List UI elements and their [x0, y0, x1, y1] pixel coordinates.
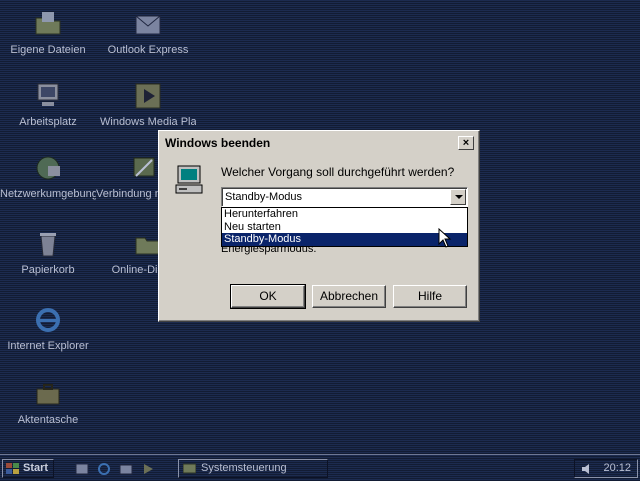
network-icon — [36, 156, 60, 180]
task-button-control-panel[interactable]: Systemsteuerung — [178, 459, 328, 478]
option-restart[interactable]: Neu starten — [222, 221, 467, 234]
outlook-icon — [135, 15, 161, 35]
desktop-icon-my-documents[interactable]: Eigene Dateien — [0, 8, 96, 56]
desktop-icon-briefcase[interactable]: Aktentasche — [0, 378, 96, 426]
ie-quicklaunch-icon[interactable] — [96, 461, 112, 477]
shutdown-dialog: Windows beenden × Welcher Vorgang soll d… — [158, 130, 480, 322]
ie-icon — [36, 308, 60, 332]
briefcase-icon — [36, 384, 60, 405]
ok-button[interactable]: OK — [230, 284, 306, 309]
desktop-icon-recycle-bin[interactable]: Papierkorb — [0, 228, 96, 276]
media-player-quicklaunch-icon[interactable] — [140, 461, 156, 477]
mouse-cursor-icon — [438, 228, 452, 248]
cancel-button[interactable]: Abbrechen — [312, 285, 386, 308]
media-player-icon — [135, 83, 161, 109]
action-select-value: Standby-Modus — [225, 191, 303, 203]
desktop-icon-my-computer[interactable]: Arbeitsplatz — [0, 80, 96, 128]
dialog-prompt: Welcher Vorgang soll durchgeführt werden… — [221, 165, 455, 179]
taskbar: Start Systemsteuerung 20:12 — [0, 454, 640, 481]
close-icon: × — [462, 137, 470, 149]
computer-icon — [175, 165, 203, 194]
recycle-bin-icon — [40, 233, 56, 257]
chevron-down-icon[interactable] — [450, 189, 466, 205]
option-shutdown[interactable]: Herunterfahren — [222, 208, 467, 221]
windows-logo-icon — [6, 463, 19, 474]
task-button-label: Systemsteuerung — [201, 462, 287, 474]
desktop-icon-internet-explorer[interactable]: Internet Explorer — [0, 304, 96, 352]
speaker-icon[interactable] — [581, 463, 591, 475]
connection-icon — [133, 157, 155, 177]
folder-icon — [35, 12, 61, 35]
action-dropdown-list: Herunterfahren Neu starten Standby-Modus — [221, 207, 468, 247]
desktop-icon-network[interactable]: Netzwerkumgebung — [0, 152, 96, 200]
control-panel-icon — [183, 463, 196, 474]
dialog-titlebar[interactable]: Windows beenden × — [162, 134, 476, 152]
show-desktop-icon[interactable] — [74, 461, 90, 477]
desktop-icon-media-player[interactable]: Windows Media Player — [100, 80, 196, 128]
system-tray: 20:12 — [574, 459, 638, 478]
close-button[interactable]: × — [458, 136, 474, 150]
clock[interactable]: 20:12 — [603, 460, 631, 477]
option-standby[interactable]: Standby-Modus — [222, 233, 467, 246]
dialog-title: Windows beenden — [165, 136, 271, 150]
outlook-quicklaunch-icon[interactable] — [118, 461, 134, 477]
computer-icon — [37, 83, 59, 106]
desktop-icon-outlook-express[interactable]: Outlook Express — [100, 8, 196, 56]
start-button[interactable]: Start — [2, 459, 54, 478]
action-select[interactable]: Standby-Modus — [221, 187, 468, 207]
help-button[interactable]: Hilfe — [393, 285, 467, 308]
start-label: Start — [23, 462, 49, 474]
